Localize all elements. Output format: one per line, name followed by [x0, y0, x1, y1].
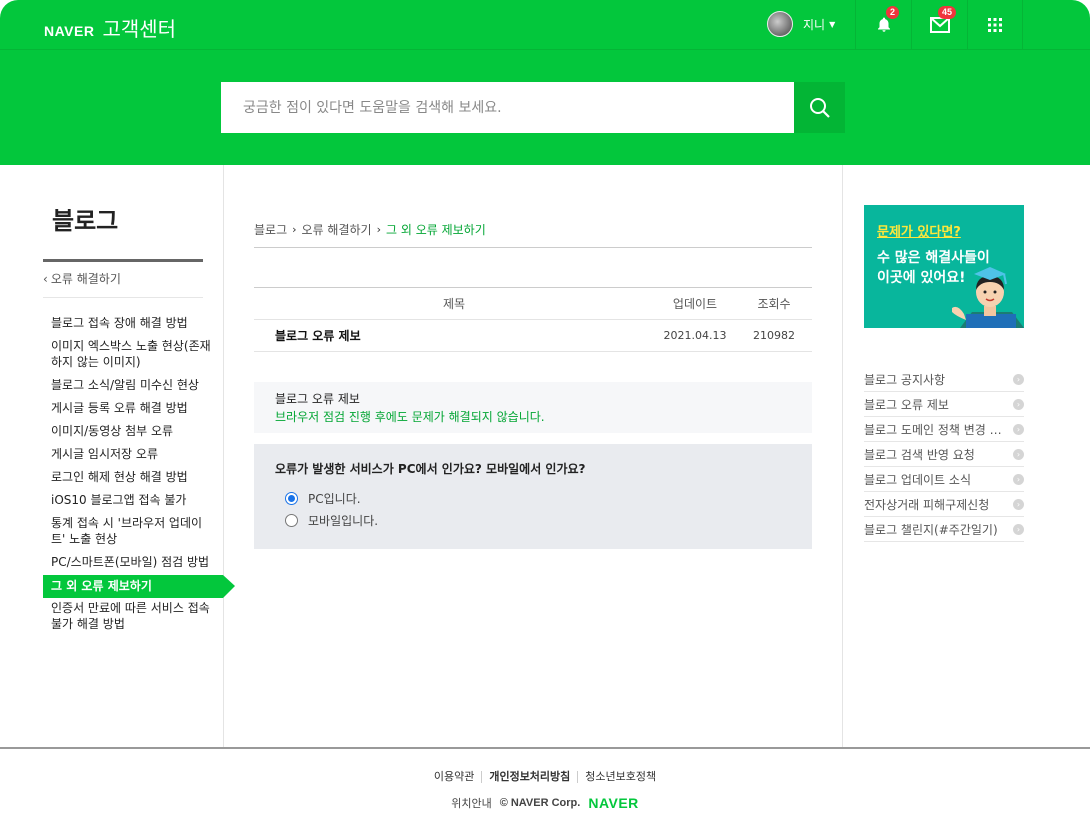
- chevron-right-icon: ›: [376, 223, 381, 236]
- sidebar-item[interactable]: 블로그 접속 장애 해결 방법: [43, 313, 223, 336]
- option-mobile[interactable]: 모바일입니다.: [285, 509, 791, 531]
- quick-link[interactable]: 블로그 챌린지(#주간일기) ›: [864, 517, 1024, 542]
- sidebar-item[interactable]: 인증서 만료에 따른 서비스 접속 불가 해결 방법: [43, 598, 223, 637]
- notice-description: 브라우저 점검 진행 후에도 문제가 해결되지 않습니다.: [275, 410, 545, 424]
- chevron-left-icon: ‹: [43, 272, 48, 286]
- search-icon: [809, 97, 830, 118]
- helper-banner[interactable]: 문제가 있다면? 수 많은 해결사들이 이곳에 있어요!: [864, 205, 1024, 328]
- mail-icon: [929, 17, 950, 33]
- column-header-views: 조회수: [736, 287, 812, 320]
- arrow-right-icon: ›: [1013, 448, 1024, 460]
- breadcrumb: 블로그 › 오류 해결하기 › 그 외 오류 제보하기: [254, 221, 812, 248]
- customer-center-title[interactable]: 고객센터: [102, 13, 176, 42]
- arrow-right-icon: ›: [1013, 523, 1024, 535]
- radio-mobile[interactable]: [285, 513, 298, 527]
- mail-button[interactable]: 45: [911, 0, 967, 50]
- top-bar: NAVER 고객센터 지니 ▼ 2 45: [0, 0, 1090, 50]
- sidebar-item[interactable]: 이미지 엑스박스 노출 현상(존재하지 않는 이미지): [43, 336, 223, 375]
- notice-title: 블로그 오류 제보: [275, 392, 360, 406]
- question-text: 오류가 발생한 서비스가 PC에서 인가요? 모바일에서 인가요?: [275, 462, 586, 476]
- back-link[interactable]: ‹ 오류 해결하기: [43, 270, 203, 298]
- question-box: 오류가 발생한 서비스가 PC에서 인가요? 모바일에서 인가요? PC입니다.…: [254, 444, 812, 549]
- arrow-right-icon: ›: [1013, 398, 1024, 410]
- option-label: PC입니다.: [308, 491, 361, 506]
- sidebar-item[interactable]: PC/스마트폰(모바일) 점검 방법: [43, 552, 223, 575]
- search-bar: [221, 82, 845, 134]
- breadcrumb-item[interactable]: 오류 해결하기: [302, 221, 372, 238]
- column-header-update: 업데이트: [654, 287, 736, 320]
- breadcrumb-current: 그 외 오류 제보하기: [386, 223, 486, 237]
- sidebar-item-active[interactable]: 그 외 오류 제보하기: [43, 575, 235, 598]
- location-link[interactable]: 위치안내: [451, 795, 491, 811]
- privacy-link[interactable]: 개인정보처리방침: [481, 771, 577, 783]
- table-row[interactable]: 블로그 오류 제보 2021.04.13 210982: [254, 319, 812, 352]
- arrow-right-icon: ›: [1013, 423, 1024, 435]
- notice-box: 블로그 오류 제보 브라우저 점검 진행 후에도 문제가 해결되지 않습니다.: [254, 382, 812, 433]
- quick-links: 블로그 공지사항 › 블로그 오류 제보 › 블로그 도메인 정책 변경 안내 › 블…: [864, 367, 1024, 542]
- graduate-character-icon: [952, 267, 1024, 328]
- quick-link[interactable]: 블로그 도메인 정책 변경 안내 ›: [864, 417, 1024, 442]
- option-label: 모바일입니다.: [308, 513, 379, 528]
- copyright-text: © NAVER Corp.: [499, 797, 581, 809]
- sidebar-item[interactable]: 게시글 등록 오류 해결 방법: [43, 398, 223, 421]
- column-header-title: 제목: [254, 287, 654, 320]
- avatar: [767, 11, 793, 37]
- caret-down-icon: ▼: [829, 19, 836, 29]
- quick-link[interactable]: 블로그 검색 반영 요청 ›: [864, 442, 1024, 467]
- left-sidebar: 블로그 ‹ 오류 해결하기 블로그 접속 장애 해결 방법 이미지 엑스박스 노출…: [0, 165, 235, 747]
- arrow-right-icon: ›: [1013, 373, 1024, 385]
- row-date: 2021.04.13: [654, 319, 736, 352]
- row-title[interactable]: 블로그 오류 제보: [254, 319, 654, 352]
- back-link-label: 오류 해결하기: [50, 272, 121, 286]
- radio-pc[interactable]: [285, 491, 298, 505]
- footer-links: 이용약관 개인정보처리방침 청소년보호정책: [0, 771, 1090, 783]
- mail-badge: 45: [938, 6, 957, 19]
- header: NAVER 고객센터 지니 ▼ 2 45: [0, 0, 1090, 165]
- notifications-button[interactable]: 2: [855, 0, 911, 50]
- option-pc[interactable]: PC입니다.: [285, 487, 791, 509]
- user-name: 지니: [803, 17, 826, 32]
- sidebar-item[interactable]: 게시글 임시저장 오류: [43, 444, 223, 467]
- quick-link[interactable]: 전자상거래 피해구제신청 ›: [864, 492, 1024, 517]
- sidebar-title: 블로그: [52, 207, 119, 235]
- sidebar-item[interactable]: 이미지/동영상 첨부 오류: [43, 421, 223, 444]
- right-sidebar: 문제가 있다면? 수 많은 해결사들이 이곳에 있어요! 블로그 공지사항 › 블…: [842, 165, 1090, 747]
- user-menu[interactable]: 지니 ▼: [767, 11, 835, 37]
- naver-logo[interactable]: NAVER: [44, 23, 94, 39]
- footer: 이용약관 개인정보처리방침 청소년보호정책 위치안내 © NAVER Corp.…: [0, 747, 1090, 818]
- apps-button[interactable]: [967, 0, 1023, 50]
- sidebar-divider: [43, 259, 203, 262]
- terms-link[interactable]: 이용약관: [427, 771, 481, 783]
- sidebar-item[interactable]: 통계 접속 시 '브라우저 업데이트' 노출 현상: [43, 513, 223, 552]
- brand-logo[interactable]: NAVER 고객센터: [44, 13, 176, 42]
- sidebar-menu: 블로그 접속 장애 해결 방법 이미지 엑스박스 노출 현상(존재하지 않는 이…: [43, 313, 235, 637]
- quick-link[interactable]: 블로그 오류 제보 ›: [864, 392, 1024, 417]
- arrow-right-icon: ›: [1013, 498, 1024, 510]
- notification-badge: 2: [886, 6, 900, 19]
- grid-icon: [988, 18, 1002, 32]
- arrow-right-icon: ›: [1013, 473, 1024, 485]
- chevron-right-icon: ›: [292, 223, 297, 236]
- footer-naver-logo[interactable]: NAVER: [588, 795, 638, 811]
- youth-policy-link[interactable]: 청소년보호정책: [577, 771, 663, 783]
- banner-line1: 문제가 있다면?: [877, 225, 961, 240]
- sidebar-item[interactable]: 로그인 해제 현상 해결 방법: [43, 467, 223, 490]
- row-views: 210982: [736, 319, 812, 352]
- sidebar-item[interactable]: iOS10 블로그앱 접속 불가: [43, 490, 223, 513]
- breadcrumb-item[interactable]: 블로그: [254, 221, 287, 238]
- article-table: 제목 업데이트 조회수 블로그 오류 제보 2021.04.13 210982: [254, 287, 812, 352]
- quick-link[interactable]: 블로그 업데이트 소식 ›: [864, 467, 1024, 492]
- search-input[interactable]: [221, 82, 794, 133]
- search-button[interactable]: [794, 82, 845, 133]
- sidebar-item[interactable]: 블로그 소식/알림 미수신 현상: [43, 375, 223, 398]
- quick-link[interactable]: 블로그 공지사항 ›: [864, 367, 1024, 392]
- footer-copyright: 위치안내 © NAVER Corp. NAVER: [0, 795, 1090, 811]
